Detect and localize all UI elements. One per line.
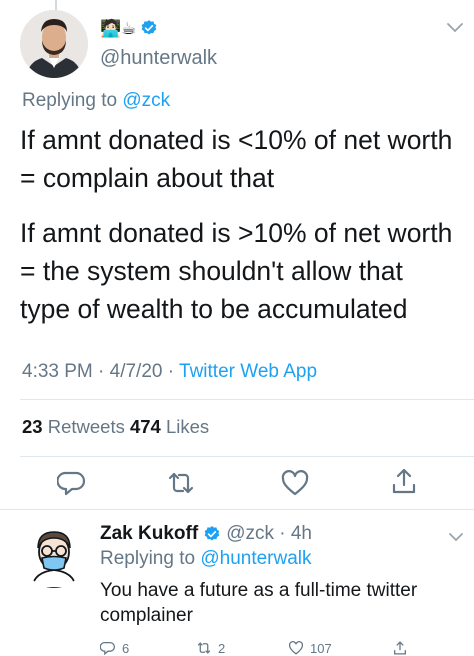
reply-replying-to: Replying to @hunterwalk (100, 548, 312, 570)
like-icon[interactable] (280, 468, 310, 498)
chevron-down-icon[interactable] (448, 532, 464, 542)
reply-handle-time[interactable]: @zck · 4h (226, 523, 312, 545)
thread-line (55, 0, 57, 10)
tweet-timestamp[interactable]: 4:33 PM · 4/7/20 · (22, 361, 179, 382)
author-handle[interactable]: @hunterwalk (100, 47, 217, 70)
likes-count[interactable]: 474 (130, 416, 161, 437)
reply-replying-to-link[interactable]: @hunterwalk (200, 548, 311, 569)
tweet-text-paragraph-2: If amnt donated is >10% of net worth = t… (20, 218, 453, 324)
replying-prefix: Replying to (22, 90, 123, 111)
divider (20, 399, 474, 400)
action-bar (0, 466, 474, 500)
reply-author-name[interactable]: Zak Kukoff (100, 523, 198, 545)
divider (0, 509, 474, 510)
likes-label[interactable]: Likes (161, 416, 209, 437)
tweet-meta: 4:33 PM · 4/7/20 · Twitter Web App (22, 361, 317, 383)
reply-like-action[interactable]: 107 (288, 640, 332, 656)
tweet-text-paragraph-1: If amnt donated is <10% of net worth = c… (20, 125, 453, 193)
divider (20, 456, 474, 457)
reply-retweet-count: 2 (218, 640, 226, 656)
share-icon[interactable] (389, 466, 419, 496)
author-emojis: 🧑🏻‍💻☕ (100, 18, 137, 38)
reply-reply-count: 6 (122, 640, 130, 656)
reply-action-bar: 6 2 107 (0, 640, 474, 656)
reply-share-action[interactable] (392, 640, 408, 656)
reply-retweet-action[interactable]: 2 (196, 640, 225, 656)
replying-to-link[interactable]: @zck (122, 90, 170, 111)
avatar[interactable] (20, 10, 88, 78)
hunterwalk-avatar-icon (20, 10, 88, 78)
zck-avatar-icon (22, 524, 86, 588)
reply-like-count: 107 (310, 640, 332, 656)
reply-icon[interactable] (57, 468, 87, 498)
retweets-label[interactable]: Retweets (43, 416, 130, 437)
reply-reply-action[interactable]: 6 (100, 640, 129, 656)
author-name-line[interactable]: 🧑🏻‍💻☕ (100, 16, 158, 40)
like-icon (288, 641, 304, 655)
tweet-stats: 23 Retweets 474 Likes (22, 416, 209, 438)
retweet-icon (197, 642, 211, 654)
reply-icon (100, 642, 116, 656)
reply-avatar[interactable] (22, 524, 86, 588)
reply-author-line[interactable]: Zak Kukoff @zck · 4h (100, 523, 312, 545)
reply-replying-prefix: Replying to (100, 548, 201, 569)
chevron-down-icon[interactable] (446, 22, 464, 34)
replying-to: Replying to @zck (22, 90, 170, 112)
verified-badge-icon (142, 20, 157, 35)
verified-badge-icon (204, 526, 220, 541)
reply-text: You have a future as a full-time twitter… (100, 580, 418, 626)
retweet-icon[interactable] (166, 468, 196, 498)
share-icon (394, 641, 406, 655)
tweet-source[interactable]: Twitter Web App (179, 361, 317, 382)
retweets-count[interactable]: 23 (22, 416, 43, 437)
